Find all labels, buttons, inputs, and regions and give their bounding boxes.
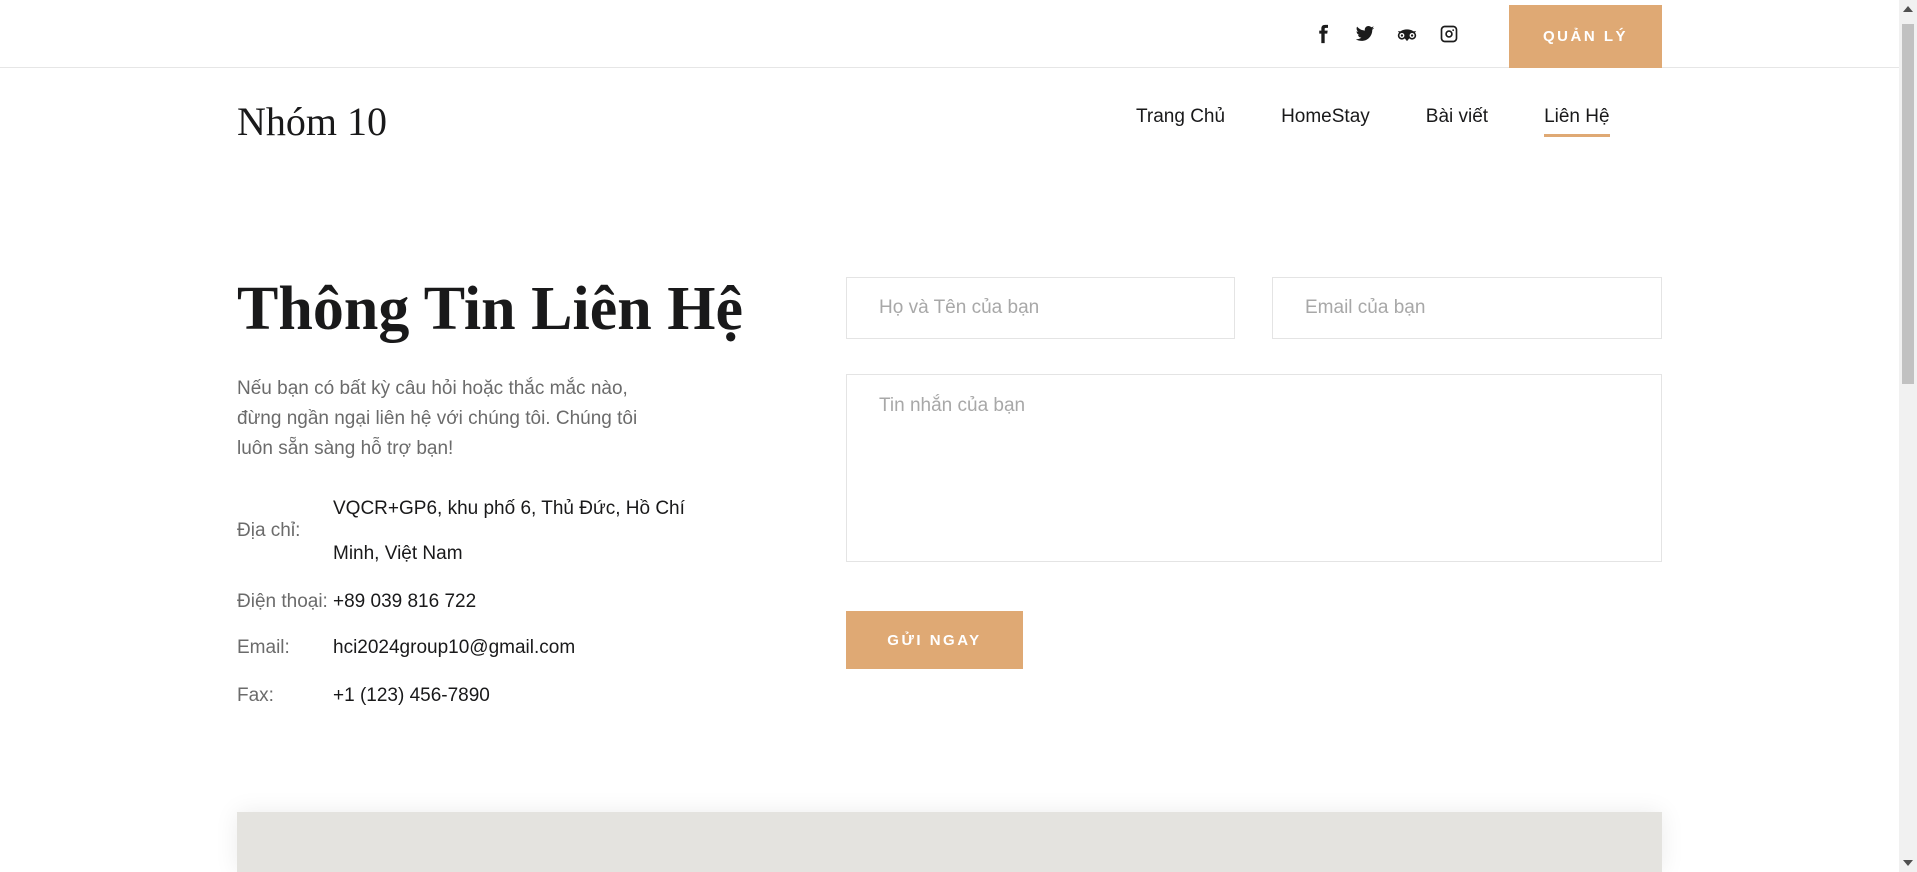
- page-scrollbar[interactable]: [1899, 0, 1917, 872]
- facebook-icon[interactable]: [1313, 24, 1333, 44]
- fax-label: Fax:: [237, 685, 274, 706]
- fax-value: +1 (123) 456-7890: [333, 685, 490, 706]
- scroll-down-arrow-icon[interactable]: [1903, 860, 1913, 866]
- email-input[interactable]: [1272, 277, 1662, 339]
- address-label: Địa chỉ:: [237, 520, 301, 541]
- name-input[interactable]: [846, 277, 1235, 339]
- instagram-icon[interactable]: [1439, 24, 1459, 44]
- email-value: hci2024group10@gmail.com: [333, 637, 576, 658]
- social-links: [1313, 24, 1459, 44]
- email-label: Email:: [237, 637, 290, 658]
- map-area[interactable]: [237, 812, 1662, 872]
- contact-title: Thông Tin Liên Hệ: [237, 275, 743, 343]
- nav-item-contact[interactable]: Liên Hệ: [1544, 106, 1610, 137]
- message-input[interactable]: [846, 374, 1662, 562]
- phone-value: +89 039 816 722: [333, 590, 477, 612]
- email-row: Email: hci2024group10@gmail.com: [237, 624, 693, 672]
- scroll-thumb[interactable]: [1902, 24, 1914, 384]
- address-value: VQCR+GP6, khu phố 6, Thủ Đức, Hồ Chí Min…: [333, 498, 685, 564]
- site-logo[interactable]: Nhóm 10: [237, 98, 387, 145]
- nav-item-home[interactable]: Trang Chủ: [1136, 106, 1225, 134]
- twitter-icon[interactable]: [1355, 24, 1375, 44]
- admin-button[interactable]: QUẢN LÝ: [1509, 5, 1662, 68]
- phone-row: Điện thoại: +89 039 816 722: [237, 579, 693, 624]
- scroll-up-arrow-icon[interactable]: [1903, 6, 1913, 12]
- phone-label: Điện thoại:: [237, 590, 328, 612]
- fax-row: Fax: +1 (123) 456-7890: [237, 672, 693, 720]
- nav-item-posts[interactable]: Bài viết: [1426, 106, 1488, 134]
- contact-info-table: Địa chỉ: VQCR+GP6, khu phố 6, Thủ Đức, H…: [237, 486, 693, 720]
- main-nav: Trang Chủ HomeStay Bài viết Liên Hệ: [1136, 106, 1610, 137]
- address-row: Địa chỉ: VQCR+GP6, khu phố 6, Thủ Đức, H…: [237, 486, 693, 576]
- send-button[interactable]: GỬI NGAY: [846, 611, 1023, 669]
- contact-description: Nếu bạn có bất kỳ câu hỏi hoặc thắc mắc …: [237, 378, 638, 459]
- tripadvisor-icon[interactable]: [1397, 24, 1417, 44]
- top-bar: QUẢN LÝ: [0, 0, 1899, 68]
- nav-item-homestay[interactable]: HomeStay: [1281, 106, 1370, 134]
